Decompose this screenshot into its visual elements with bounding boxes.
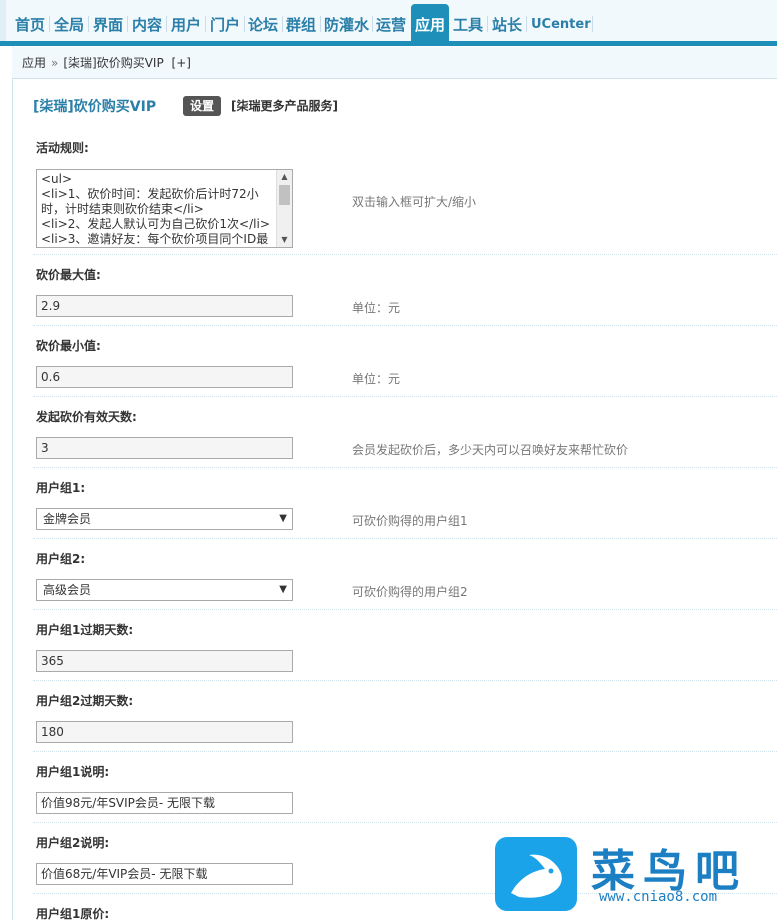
row-divider [33,609,777,610]
nav-item-interface[interactable]: 界面 [93,9,123,41]
nav-separator [320,16,321,32]
content-left-border [12,46,13,920]
scroll-up-icon[interactable]: ▲ [277,170,292,184]
nav-accent-bar [0,41,777,46]
group1-select[interactable]: 金牌会员 ▼ [36,508,293,530]
watermark-url: www.cniao8.com [599,889,718,905]
nav-separator [244,16,245,32]
group2-label: 用户组2: [36,552,86,566]
nav-item-global[interactable]: 全局 [54,9,84,41]
settings-button[interactable]: 设置 [183,96,221,116]
nav-separator [487,16,488,32]
row-divider [33,538,777,539]
nav-item-forum[interactable]: 论坛 [248,9,278,41]
group2-desc-input[interactable]: 价值68元/年VIP会员- 无限下载 [36,863,293,885]
row-divider [33,467,777,468]
nav-separator [205,16,206,32]
group2-desc-label: 用户组2说明: [36,836,110,850]
rules-scrollbar[interactable]: ▲ ▼ [276,170,292,247]
row-divider [33,396,777,397]
dropdown-arrow-icon: ▼ [279,584,287,595]
row-divider [33,325,777,326]
nav-separator [282,16,283,32]
bird-icon [511,854,562,898]
nav-item-operations[interactable]: 运营 [376,9,406,41]
valid-days-hint: 会员发起砍价后，多少天内可以召唤好友来帮忙砍价 [352,443,629,457]
rules-line: <li>1、砍价时间：发起砍价后计时72小时，计时结束则砍价结束</li> [41,187,259,216]
valid-days-label: 发起砍价有效天数: [36,410,137,424]
min-price-label: 砍价最小值: [36,339,101,353]
breadcrumb-current[interactable]: [柒瑞]砍价购买VIP [63,56,163,70]
rules-line: <li>2、发起人默认可为自己砍价1次</li> [41,217,270,231]
max-price-hint: 单位：元 [352,301,401,315]
rules-label: 活动规则: [36,141,89,155]
nav-left-edge [0,0,6,46]
row-divider [33,254,777,255]
nav-item-apps[interactable]: 应用 [411,4,449,46]
watermark: 菜鸟吧 www.cniao8.com [495,837,777,920]
min-price-hint: 单位：元 [352,372,401,386]
more-products-link[interactable]: [柒瑞更多产品服务] [231,97,338,114]
group2-selected-value: 高级会员 [43,583,92,597]
row-divider [33,822,777,823]
scroll-down-icon[interactable]: ▼ [277,233,292,247]
breadcrumb-root[interactable]: 应用 [22,56,46,70]
nav-item-tools[interactable]: 工具 [453,9,483,41]
breadcrumb-separator: » [51,56,59,70]
row-divider [33,680,777,681]
dropdown-arrow-icon: ▼ [279,513,287,524]
breadcrumb-add-button[interactable]: [+] [172,56,191,70]
rules-textarea-content: <ul> <li>1、砍价时间：发起砍价后计时72小时，计时结束则砍价结束</l… [41,172,279,247]
nav-separator [372,16,373,32]
nav-item-portal[interactable]: 门户 [210,9,240,41]
rules-hint: 双击输入框可扩大/缩小 [352,195,477,209]
nav-separator [526,16,527,32]
group2-expire-input[interactable]: 180 [36,721,293,743]
nav-separator [88,16,89,32]
max-price-input[interactable]: 2.9 [36,295,293,317]
nav-item-ucenter[interactable]: UCenter [531,9,591,41]
breadcrumb: 应用 » [柒瑞]砍价购买VIP [+] [12,47,777,79]
nav-item-users[interactable]: 用户 [171,9,201,41]
group1-desc-input[interactable]: 价值98元/年SVIP会员- 无限下载 [36,792,293,814]
group2-hint: 可砍价购得的用户组2 [352,585,468,599]
nav-separator [592,16,593,32]
nav-item-antispam[interactable]: 防灌水 [324,9,369,41]
rules-textarea[interactable]: <ul> <li>1、砍价时间：发起砍价后计时72小时，计时结束则砍价结束</l… [36,169,293,248]
group1-desc-label: 用户组1说明: [36,765,110,779]
group1-expire-input[interactable]: 365 [36,650,293,672]
nav-item-groups[interactable]: 群组 [286,9,316,41]
group1-selected-value: 金牌会员 [43,512,92,526]
group2-select[interactable]: 高级会员 ▼ [36,579,293,601]
valid-days-input[interactable]: 3 [36,437,293,459]
nav-separator [127,16,128,32]
watermark-logo [495,837,577,911]
nav-separator [166,16,167,32]
nav-item-home[interactable]: 首页 [15,9,45,41]
group2-expire-label: 用户组2过期天数: [36,694,134,708]
min-price-input[interactable]: 0.6 [36,366,293,388]
nav-separator [49,16,50,32]
group1-expire-label: 用户组1过期天数: [36,623,134,637]
rules-line: <li>3、邀请好友：每个砍价项目同个ID最 [41,232,269,246]
max-price-label: 砍价最大值: [36,268,101,282]
group1-hint: 可砍价购得的用户组1 [352,514,468,528]
page-title: [柒瑞]砍价购买VIP [33,99,157,115]
group1-price-label: 用户组1原价: [36,907,110,920]
rules-line: <ul> [41,172,73,186]
row-divider [33,751,777,752]
scroll-thumb[interactable] [279,185,290,205]
top-nav: 首页 全局 界面 内容 用户 门户 论坛 群组 防灌水 运营 应用 工具 站长 … [0,0,777,46]
nav-item-admin[interactable]: 站长 [492,9,522,41]
group1-label: 用户组1: [36,481,86,495]
nav-item-content[interactable]: 内容 [132,9,162,41]
